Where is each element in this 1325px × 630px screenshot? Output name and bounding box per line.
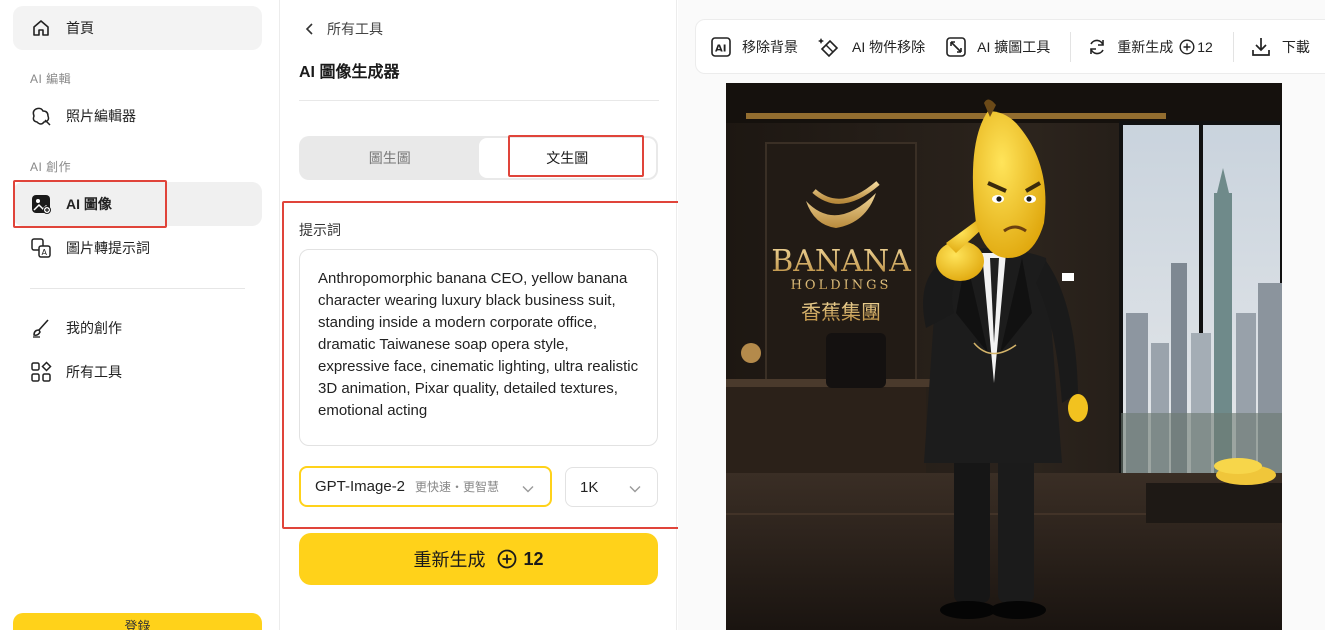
sidebar-item-home[interactable]: 首頁 [13, 6, 262, 50]
ai-remove-bg-icon: AI [710, 36, 732, 58]
sidebar-item-label: 圖片轉提示詞 [66, 240, 150, 256]
preview-area: AI 移除背景 AI 物件移除 AI 擴圖工具 重新生成 12 下載 BANAN… [678, 0, 1325, 630]
tool-label: 重新生成 [1117, 38, 1174, 55]
sidebar-item-label: AI 圖像 [66, 196, 112, 212]
expand-icon [945, 36, 967, 58]
model-select[interactable]: GPT-Image-2 更快速・更智慧 [299, 466, 552, 507]
svg-text:A: A [42, 248, 48, 257]
tool-label: AI 擴圖工具 [977, 38, 1051, 55]
resolution-value: 1K [580, 478, 599, 496]
generator-panel: 所有工具 AI 圖像生成器 圖生圖 文生圖 提示詞 Anthropomorphi… [281, 0, 682, 630]
sidebar-item-label: 所有工具 [66, 364, 122, 380]
magic-edit-icon [30, 105, 52, 127]
sidebar-item-label: 照片編輯器 [66, 108, 136, 124]
svg-text:AI: AI [715, 43, 726, 54]
resolution-select[interactable]: 1K [565, 467, 658, 507]
sign-brand-subtitle: HOLDINGS [791, 278, 892, 293]
section-label-create: AI 創作 [30, 160, 72, 174]
page-title: AI 圖像生成器 [299, 64, 400, 81]
sidebar-item-all-tools[interactable]: 所有工具 [13, 350, 262, 394]
prompt-label: 提示詞 [299, 222, 341, 238]
sidebar-item-label: 我的創作 [66, 320, 122, 336]
toolbar-credit-cost: 12 [1197, 38, 1213, 55]
sidebar-divider [30, 288, 245, 289]
model-name: GPT-Image-2 [315, 478, 406, 495]
remove-object-button[interactable]: AI 物件移除 [818, 36, 925, 58]
credit-cost: 12 [523, 548, 544, 569]
ai-image-icon [30, 193, 52, 215]
chevron-left-icon [305, 22, 315, 36]
generated-image[interactable]: BANANA HOLDINGS 香蕉集團 [726, 83, 1282, 630]
model-subtitle: 更快速・更智慧 [415, 480, 500, 494]
home-icon [30, 17, 52, 39]
image-toolbar: AI 移除背景 AI 物件移除 AI 擴圖工具 重新生成 12 下載 [695, 19, 1325, 74]
sidebar-item-my-creations[interactable]: 我的創作 [13, 306, 262, 350]
sign-brand-chinese: 香蕉集團 [801, 300, 881, 324]
back-link-label: 所有工具 [327, 21, 383, 37]
sidebar-item-image-to-prompt[interactable]: A 圖片轉提示詞 [13, 226, 262, 270]
chevron-down-icon [629, 480, 641, 497]
remove-background-button[interactable]: AI 移除背景 [710, 36, 798, 58]
sign-brand-name: BANANA [771, 244, 911, 279]
refresh-icon [1087, 37, 1107, 57]
generated-image-art: BANANA HOLDINGS 香蕉集團 [726, 83, 1282, 630]
regenerate-button[interactable]: 重新生成 12 [299, 533, 658, 585]
sidebar-item-photo-editor[interactable]: 照片編輯器 [13, 94, 262, 138]
tab-image-to-image[interactable]: 圖生圖 [301, 138, 479, 178]
tool-label: 移除背景 [742, 38, 798, 55]
toolbar-regenerate-button[interactable]: 重新生成 12 [1087, 37, 1213, 57]
credit-plus-icon [1179, 38, 1195, 55]
expand-image-button[interactable]: AI 擴圖工具 [945, 36, 1050, 58]
toolbar-credit: 12 [1179, 39, 1213, 55]
image-to-text-icon: A [30, 237, 52, 259]
tool-label: 下載 [1281, 38, 1310, 55]
download-icon [1250, 36, 1272, 58]
prompt-textarea[interactable]: Anthropomorphic banana CEO, yellow banan… [299, 249, 658, 446]
grid-icon [30, 361, 52, 383]
section-label-edit: AI 編輯 [30, 72, 72, 86]
tab-text-to-image[interactable]: 文生圖 [478, 138, 656, 178]
login-button[interactable]: 登錄 [13, 613, 262, 630]
credit-plus-icon [497, 549, 517, 569]
chevron-down-icon [522, 480, 534, 497]
mode-tabs: 圖生圖 文生圖 [299, 136, 658, 180]
download-button[interactable]: 下載 [1250, 36, 1310, 58]
sidebar-item-label: 首頁 [66, 20, 94, 36]
regenerate-button-label: 重新生成 [413, 550, 486, 570]
back-link[interactable]: 所有工具 [305, 19, 383, 39]
toolbar-divider [1070, 31, 1072, 62]
tool-label: AI 物件移除 [852, 38, 926, 55]
eraser-icon [818, 36, 842, 58]
toolbar-divider [1232, 31, 1234, 62]
brush-icon [30, 317, 52, 339]
panel-divider [299, 100, 659, 101]
sidebar: 首頁 AI 編輯 照片編輯器 AI 創作 AI 圖像 A 圖片轉提示詞 我的創作… [0, 0, 280, 630]
sidebar-item-ai-image[interactable]: AI 圖像 [13, 182, 262, 226]
